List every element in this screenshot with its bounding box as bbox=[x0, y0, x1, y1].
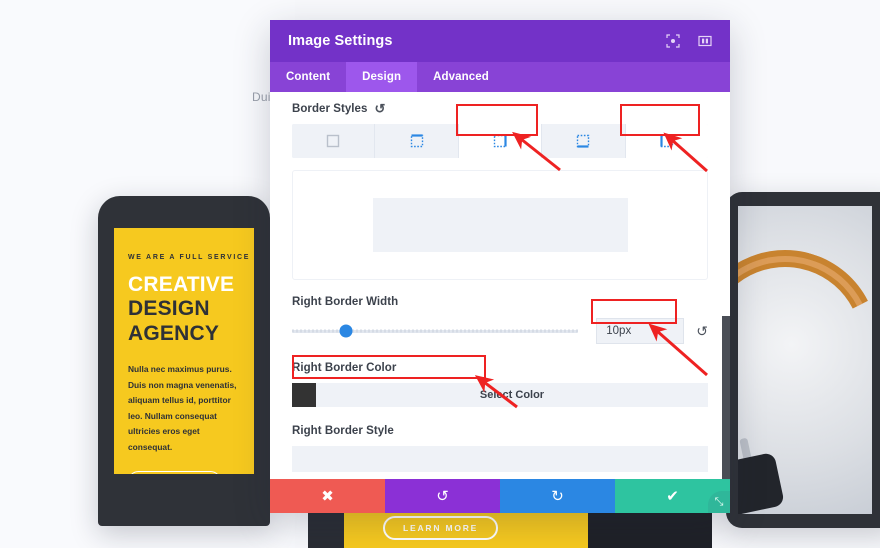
border-style-option-all[interactable] bbox=[375, 124, 459, 158]
phone-body-text: Nulla nec maximus purus. Duis non magna … bbox=[128, 364, 237, 452]
right-border-width-label-text: Right Border Width bbox=[292, 296, 399, 308]
border-style-option-bottom[interactable] bbox=[542, 124, 626, 158]
tab-content[interactable]: Content bbox=[270, 62, 346, 92]
border-styles-reset-icon[interactable]: ↺ bbox=[374, 102, 385, 115]
modal-body: Border Styles ↺ Right Border Width 10px … bbox=[270, 92, 730, 479]
select-color-button[interactable]: Select Color bbox=[316, 383, 708, 407]
right-border-style-label: Right Border Style bbox=[292, 425, 708, 437]
color-swatch[interactable] bbox=[292, 383, 316, 407]
right-border-color-label-text: Right Border Color bbox=[292, 362, 397, 374]
right-border-color-label: Right Border Color bbox=[292, 362, 708, 374]
tab-design[interactable]: Design bbox=[346, 62, 418, 92]
resize-handle[interactable]: ⤡ bbox=[708, 491, 730, 513]
undo-button[interactable]: ↺ bbox=[385, 479, 500, 513]
modal-scrollbar-thumb[interactable] bbox=[722, 316, 730, 479]
right-border-style-select[interactable] bbox=[292, 446, 708, 472]
right-border-color-picker: Select Color bbox=[292, 383, 708, 407]
background-lorem-text: Dui bbox=[252, 90, 271, 104]
phone-screen: WE ARE A FULL SERVICE CREATIVE DESIGN AG… bbox=[114, 228, 254, 474]
border-styles-label-text: Border Styles bbox=[292, 102, 368, 115]
modal-scrollbar[interactable] bbox=[722, 164, 730, 479]
modal-title: Image Settings bbox=[288, 33, 393, 49]
phone-learn-more-button[interactable]: LEARN MORE bbox=[128, 471, 222, 474]
modal-header: Image Settings bbox=[270, 20, 730, 62]
background-learn-more-button[interactable]: LEARN MORE bbox=[383, 516, 499, 540]
border-preview-block bbox=[372, 198, 628, 252]
phone-eyebrow-text: WE ARE A FULL SERVICE bbox=[128, 254, 251, 261]
headphone-band-highlight-icon bbox=[738, 233, 872, 453]
border-styles-label: Border Styles ↺ bbox=[292, 102, 708, 115]
border-style-option-none[interactable] bbox=[292, 124, 376, 158]
redo-button[interactable]: ↻ bbox=[500, 479, 615, 513]
border-preview-pane bbox=[292, 170, 708, 280]
focus-target-icon[interactable] bbox=[666, 34, 680, 48]
layout-columns-icon[interactable] bbox=[698, 34, 712, 48]
border-style-option-left[interactable] bbox=[625, 124, 708, 158]
phone-headline-line3: AGENCY bbox=[128, 321, 220, 345]
strip-right-dark-block bbox=[588, 508, 712, 548]
modal-action-bar: ✖ ↺ ↻ ✔ ⤡ bbox=[270, 479, 730, 513]
phone-headline: CREATIVE DESIGN AGENCY bbox=[128, 273, 254, 346]
phone-mockup: WE ARE A FULL SERVICE CREATIVE DESIGN AG… bbox=[98, 196, 270, 526]
right-border-width-slider[interactable] bbox=[292, 323, 579, 339]
image-settings-modal: Image Settings Content Design Advanced B… bbox=[270, 20, 730, 513]
right-border-width-row: 10px ↺ bbox=[292, 318, 708, 344]
border-style-option-right[interactable] bbox=[458, 124, 543, 158]
tablet-mockup bbox=[726, 192, 880, 528]
modal-tabs: Content Design Advanced bbox=[270, 62, 730, 92]
tab-advanced[interactable]: Advanced bbox=[417, 62, 505, 92]
modal-header-actions bbox=[666, 34, 712, 48]
headphone-earcup-icon bbox=[738, 451, 785, 514]
right-border-width-input[interactable]: 10px bbox=[596, 318, 685, 344]
slider-handle[interactable] bbox=[339, 324, 353, 338]
strip-left-dark-block bbox=[308, 508, 344, 548]
background-bottom-strip: LEARN MORE bbox=[0, 508, 880, 548]
headphones-photo bbox=[738, 206, 872, 514]
right-border-style-label-text: Right Border Style bbox=[292, 425, 394, 437]
right-border-width-reset-icon[interactable]: ↺ bbox=[696, 323, 708, 340]
cancel-button[interactable]: ✖ bbox=[270, 479, 385, 513]
phone-headline-line2: DESIGN bbox=[128, 297, 210, 321]
phone-headline-line1: CREATIVE bbox=[128, 273, 235, 296]
right-border-width-label: Right Border Width bbox=[292, 296, 708, 308]
slider-track-dots bbox=[292, 329, 579, 333]
border-styles-button-group bbox=[292, 124, 708, 158]
